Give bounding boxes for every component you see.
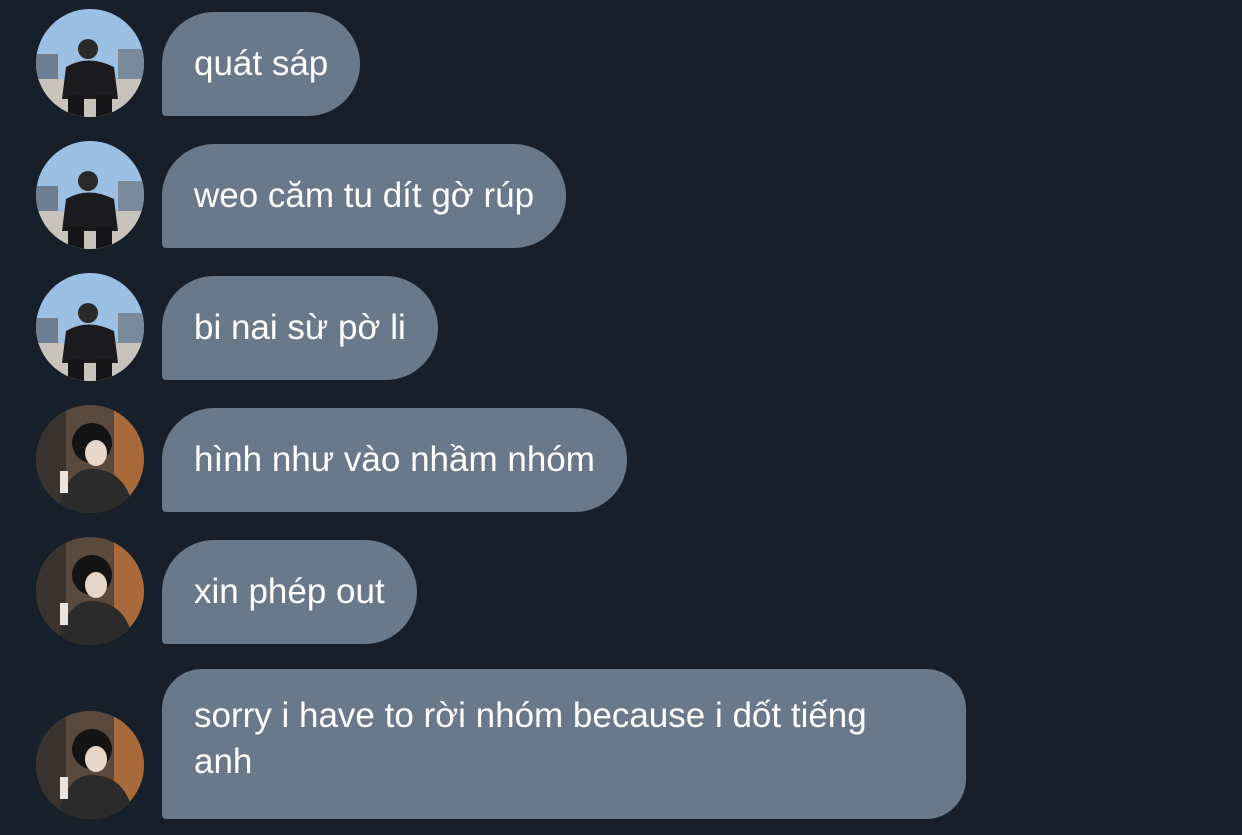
chat-message-list: quát sáp weo căm tu dít gờ rúp bi nai sừ…	[0, 0, 1242, 835]
sender-avatar-user-a[interactable]	[36, 273, 144, 381]
message-bubble[interactable]: xin phép out	[162, 540, 417, 644]
message-bubble[interactable]: hình như vào nhầm nhóm	[162, 408, 627, 512]
message-bubble[interactable]: sorry i have to rời nhóm because i dốt t…	[162, 669, 966, 819]
avatar-photo-icon	[36, 9, 144, 117]
sender-avatar-user-b[interactable]	[36, 405, 144, 513]
avatar-photo-icon	[36, 405, 144, 513]
message-bubble[interactable]: weo căm tu dít gờ rúp	[162, 144, 567, 248]
sender-avatar-user-a[interactable]	[36, 9, 144, 117]
avatar-photo-icon	[36, 273, 144, 381]
sender-avatar-user-b[interactable]	[36, 537, 144, 645]
message-bubble[interactable]: quát sáp	[162, 12, 361, 116]
avatar-photo-icon	[36, 537, 144, 645]
message-bubble[interactable]: bi nai sừ pờ li	[162, 276, 438, 380]
sender-avatar-user-a[interactable]	[36, 141, 144, 249]
sender-avatar-user-b[interactable]	[36, 711, 144, 819]
avatar-photo-icon	[36, 141, 144, 249]
avatar-photo-icon	[36, 711, 144, 819]
